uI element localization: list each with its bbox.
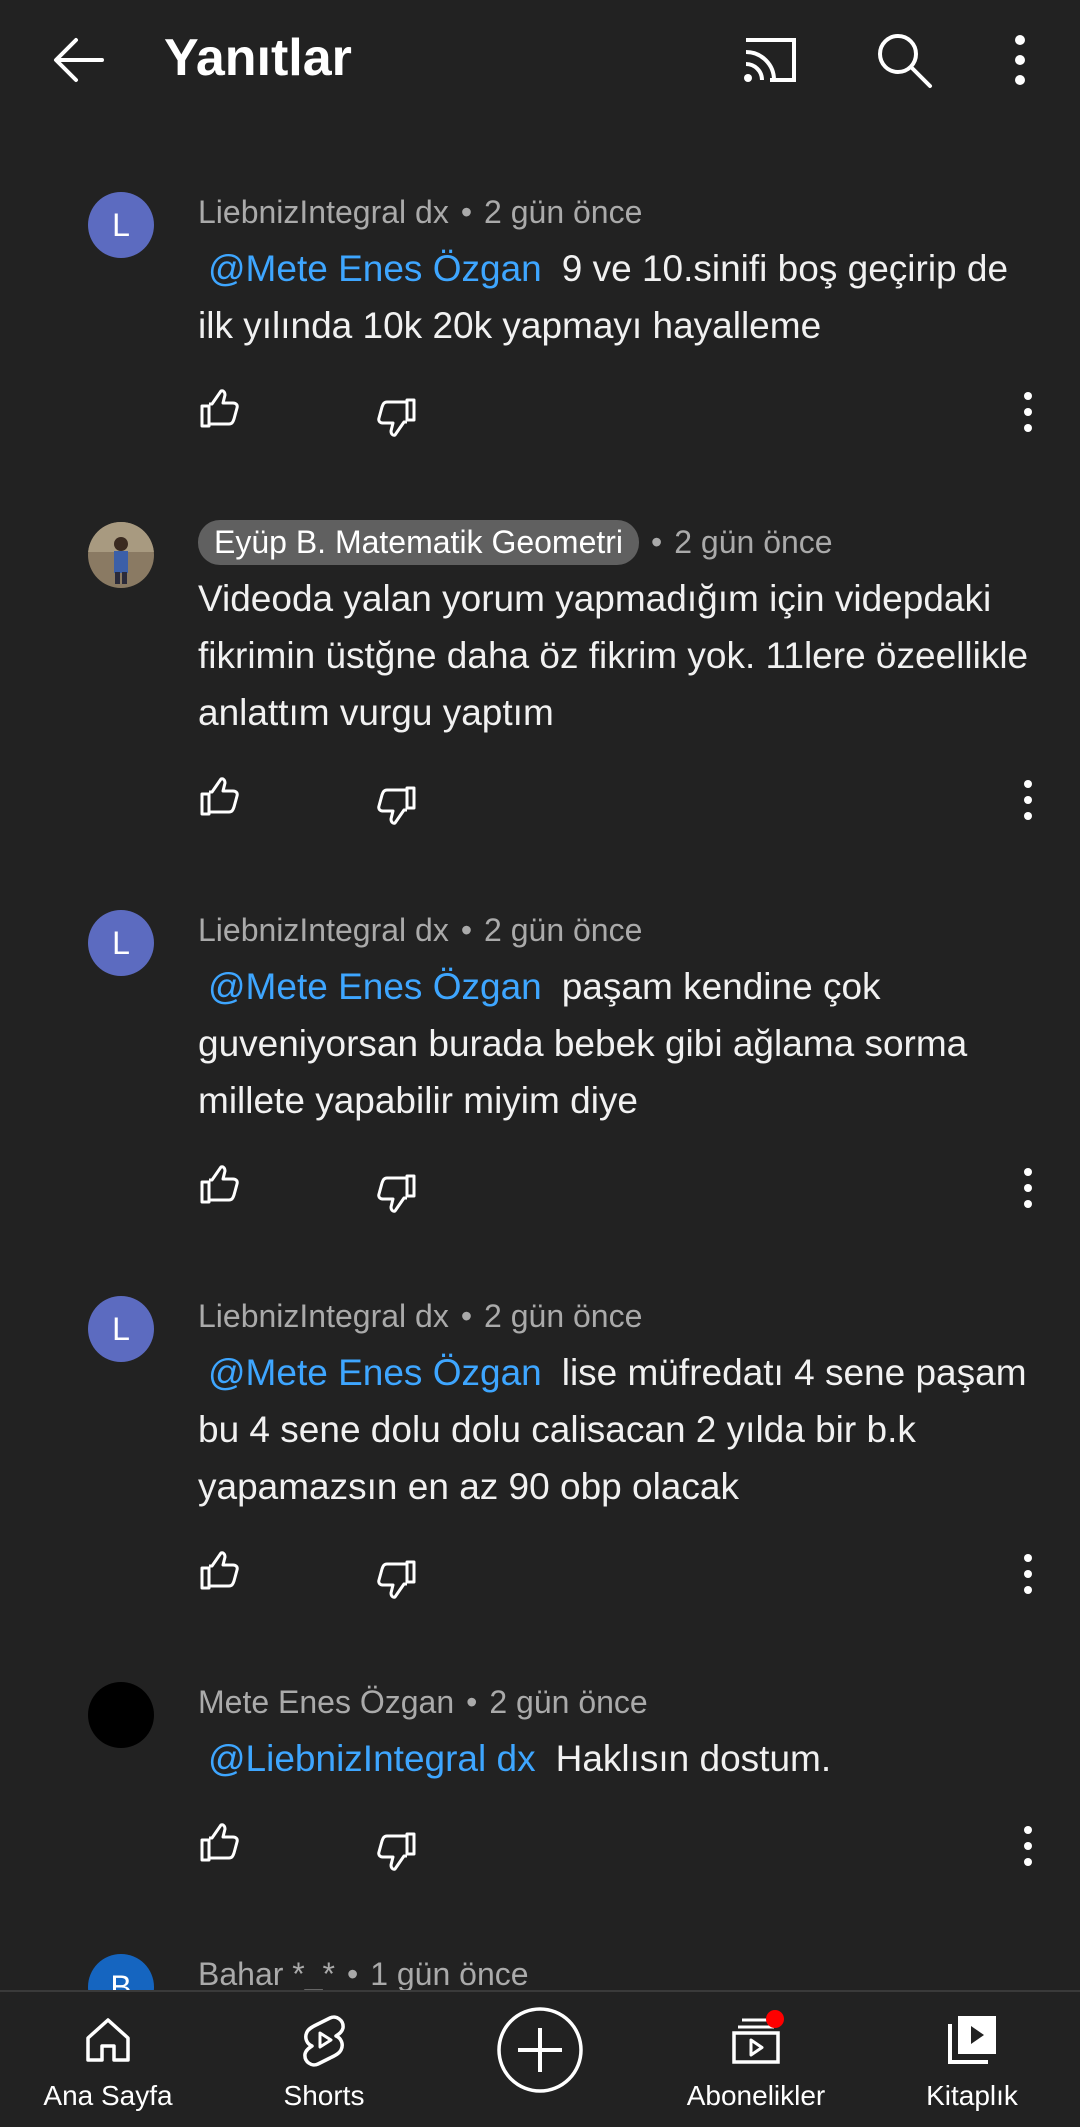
mention-link[interactable]: @Mete Enes Özgan bbox=[198, 1352, 548, 1393]
comment-body: Videoda yalan yorum yapmadığım için vide… bbox=[198, 578, 1029, 733]
nav-home[interactable]: Ana Sayfa bbox=[8, 1992, 208, 2127]
comment-meta: Mete Enes Özgan • 2 gün önce bbox=[198, 1680, 648, 1724]
comment-actions bbox=[0, 1822, 1080, 1882]
avatar-photo bbox=[88, 522, 154, 588]
meta-separator: • bbox=[346, 1955, 359, 1991]
mention-link[interactable]: @Mete Enes Özgan bbox=[198, 248, 548, 289]
comment-more-icon[interactable] bbox=[1016, 1164, 1040, 1212]
comment-actions bbox=[0, 1164, 1080, 1224]
comment-meta: Bahar *_* • 1 gün önce bbox=[198, 1952, 529, 1991]
comment-more-icon[interactable] bbox=[1016, 1550, 1040, 1598]
comment-text: Videoda yalan yorum yapmadığım için vide… bbox=[198, 570, 1038, 741]
thumbs-down-icon[interactable] bbox=[376, 396, 418, 438]
nav-subscriptions-label: Abonelikler bbox=[686, 2080, 826, 2111]
comment-text: @Mete Enes Özgan paşam kendine çok guveni… bbox=[198, 958, 1038, 1129]
comment-actions bbox=[0, 1550, 1080, 1610]
comment-author[interactable]: LiebnizIntegral dx bbox=[198, 1298, 449, 1335]
meta-separator: • bbox=[460, 1297, 473, 1334]
comment-author[interactable]: LiebnizIntegral dx bbox=[198, 194, 449, 231]
shorts-icon bbox=[303, 2015, 345, 2067]
meta-separator: • bbox=[651, 523, 663, 560]
comment-actions bbox=[0, 776, 1080, 836]
avatar[interactable]: L bbox=[88, 1296, 154, 1362]
nav-library[interactable]: Kitaplık bbox=[872, 1992, 1072, 2127]
avatar[interactable]: L bbox=[88, 910, 154, 976]
thumbs-up-icon[interactable] bbox=[198, 776, 240, 818]
meta-separator: • bbox=[460, 911, 473, 948]
comment-time: 2 gün önce bbox=[484, 911, 643, 948]
meta-separator: • bbox=[460, 193, 473, 230]
avatar-letter: L bbox=[112, 1310, 130, 1347]
nav-shorts[interactable]: Shorts bbox=[224, 1992, 424, 2127]
thumbs-up-icon[interactable] bbox=[198, 1550, 240, 1592]
thumbs-down-icon[interactable] bbox=[376, 784, 418, 826]
nav-home-label: Ana Sayfa bbox=[43, 2080, 173, 2111]
comment-time: 2 gün önce bbox=[489, 1683, 648, 1720]
mention-link[interactable]: @Mete Enes Özgan bbox=[198, 966, 548, 1007]
avatar[interactable]: B bbox=[88, 1954, 154, 1990]
avatar-letter: L bbox=[112, 924, 130, 961]
create-plus-icon[interactable] bbox=[496, 2006, 584, 2094]
comment-meta: LiebnizIntegral dx • 2 gün önce bbox=[198, 908, 642, 952]
thumbs-down-icon[interactable] bbox=[376, 1172, 418, 1214]
nav-shorts-label: Shorts bbox=[283, 2080, 365, 2111]
thumbs-up-icon[interactable] bbox=[198, 388, 240, 430]
thumbs-down-icon[interactable] bbox=[376, 1830, 418, 1872]
comment-author[interactable]: Bahar *_* bbox=[198, 1956, 335, 1991]
comment-author-creator-badge[interactable]: Eyüp B. Matematik Geometri bbox=[198, 519, 640, 565]
thumbs-down-icon[interactable] bbox=[376, 1558, 418, 1600]
comment-author[interactable]: LiebnizIntegral dx bbox=[198, 912, 449, 949]
comment-actions bbox=[0, 388, 1080, 448]
mention-link[interactable]: @LiebnizIntegral dx bbox=[198, 1738, 542, 1779]
comment-meta: LiebnizIntegral dx • 2 gün önce bbox=[198, 190, 642, 234]
comment-author[interactable]: Mete Enes Özgan bbox=[198, 1684, 454, 1721]
replies-list: L LiebnizIntegral dx • 2 gün önce @Mete … bbox=[0, 0, 1080, 1990]
avatar[interactable] bbox=[88, 522, 154, 588]
thumbs-up-icon[interactable] bbox=[198, 1164, 240, 1206]
notification-dot bbox=[766, 2010, 784, 2028]
avatar-letter: L bbox=[112, 206, 130, 243]
meta-separator: • bbox=[466, 1683, 478, 1720]
comment-time: 1 gün önce bbox=[370, 1955, 529, 1991]
avatar-letter: B bbox=[110, 1968, 132, 1991]
comment-time: 2 gün önce bbox=[674, 523, 833, 560]
home-icon bbox=[86, 2018, 130, 2062]
comment-more-icon[interactable] bbox=[1016, 776, 1040, 824]
comment-text: @Mete Enes Özgan 9 ve 10.sinifi boş geçir… bbox=[198, 240, 1038, 354]
nav-library-label: Kitaplık bbox=[926, 2080, 1018, 2111]
avatar[interactable] bbox=[88, 1682, 154, 1748]
comment-more-icon[interactable] bbox=[1016, 388, 1040, 436]
library-icon bbox=[948, 2016, 996, 2064]
comment-time: 2 gün önce bbox=[484, 193, 643, 230]
comment-text: @Mete Enes Özgan lise müfredatı 4 sene pa… bbox=[198, 1344, 1038, 1515]
comment-text: @LiebnizIntegral dx Haklısın dostum. bbox=[198, 1730, 1038, 1787]
comment-more-icon[interactable] bbox=[1016, 1822, 1040, 1870]
comment-meta: LiebnizIntegral dx • 2 gün önce bbox=[198, 1294, 642, 1338]
avatar[interactable]: L bbox=[88, 192, 154, 258]
comment-meta: Eyüp B. Matematik Geometri • 2 gün önce bbox=[198, 519, 833, 565]
comment-body: Haklısın dostum. bbox=[555, 1738, 832, 1779]
bottom-navigation: Ana Sayfa Shorts Abonelikler Kitaplık bbox=[0, 1990, 1080, 2127]
comment-time: 2 gün önce bbox=[484, 1297, 643, 1334]
thumbs-up-icon[interactable] bbox=[198, 1822, 240, 1864]
nav-subscriptions[interactable]: Abonelikler bbox=[656, 1992, 856, 2127]
